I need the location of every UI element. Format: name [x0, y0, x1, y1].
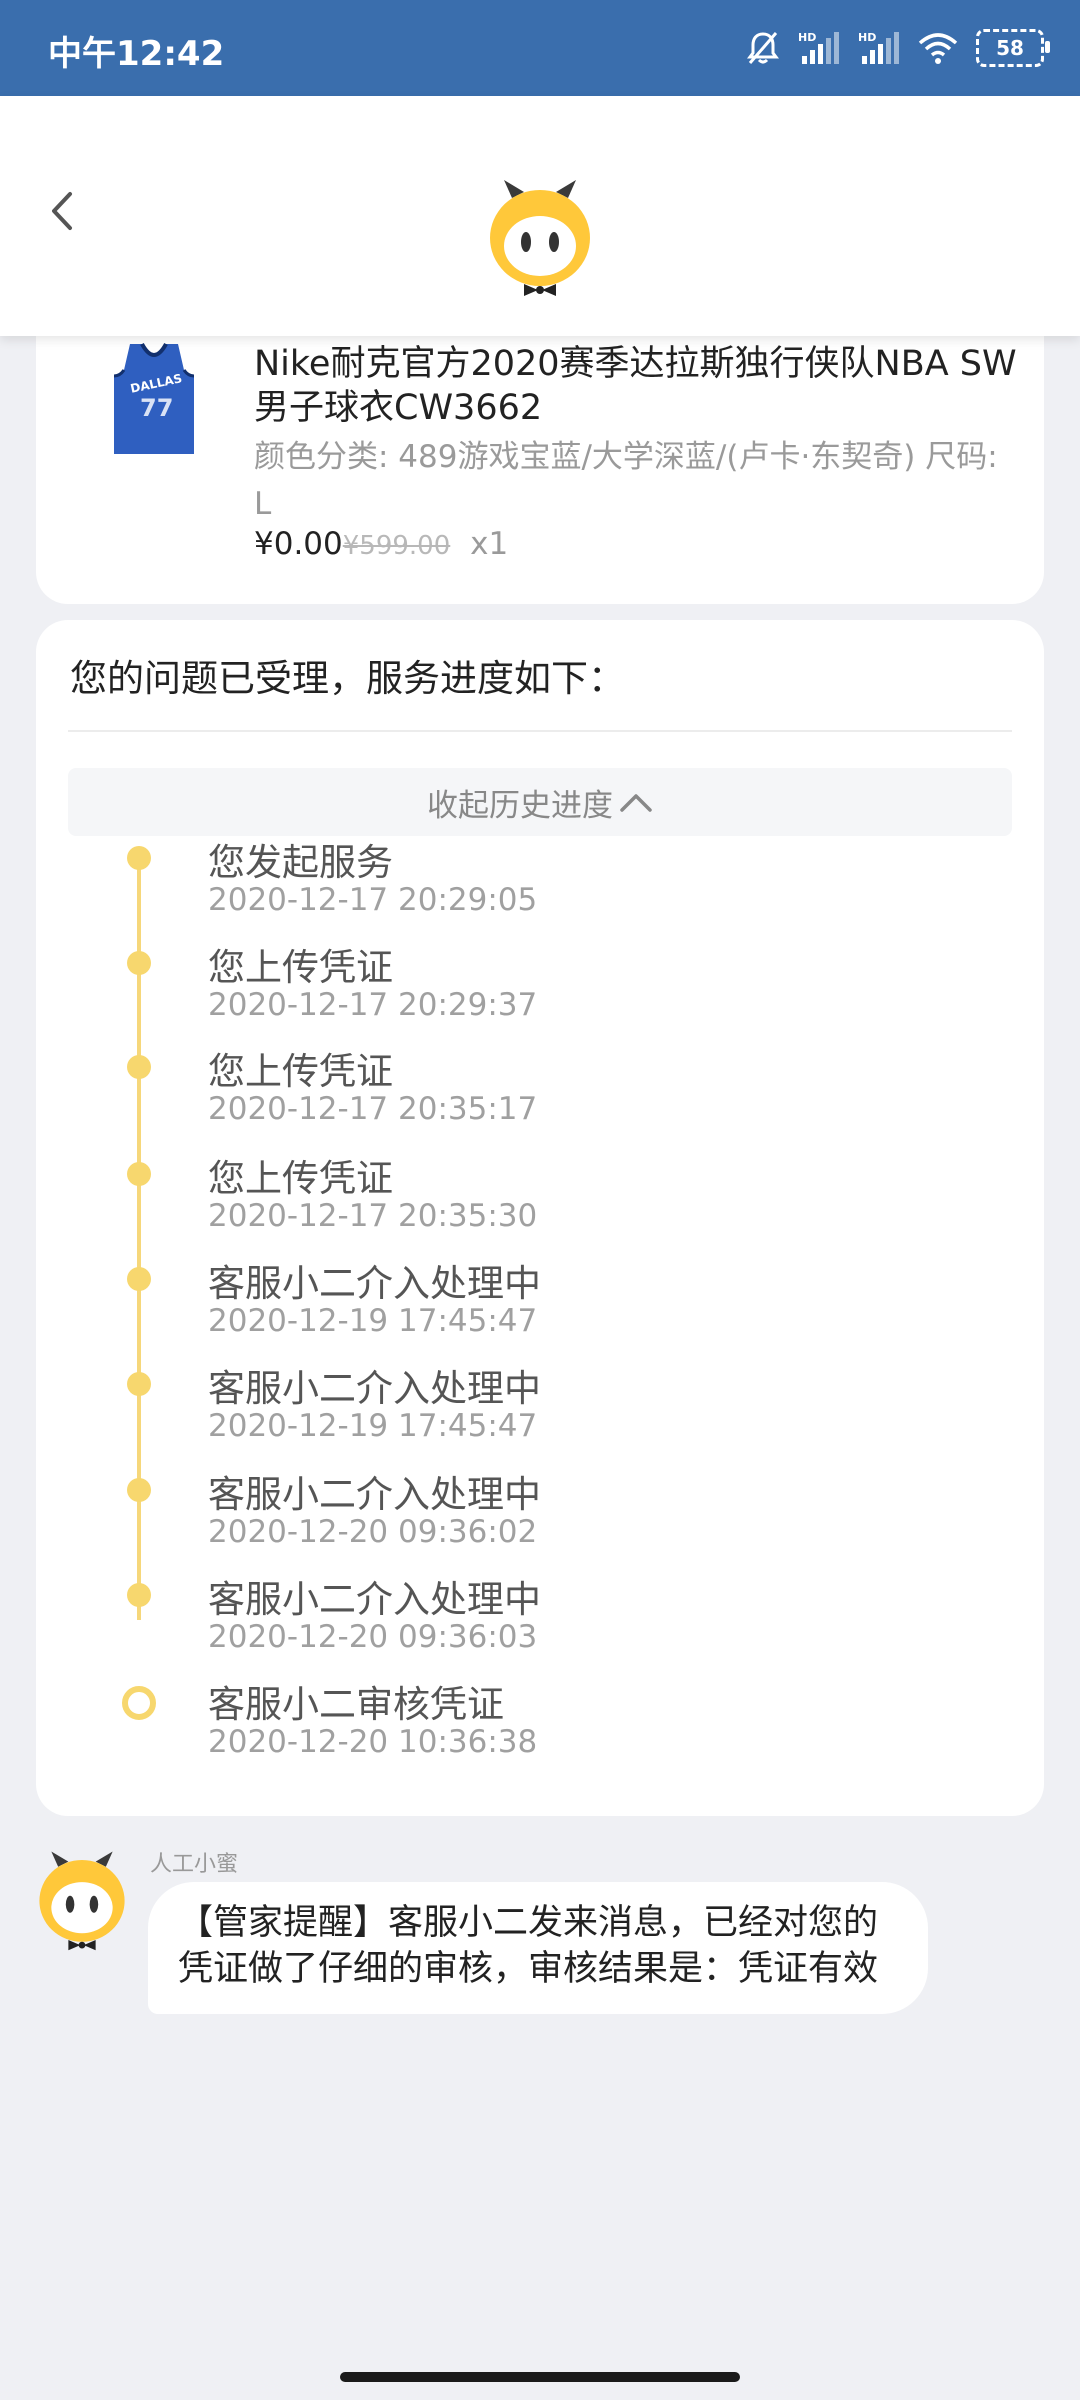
- product-original-price: ¥599.00: [342, 531, 451, 561]
- timeline-title: 客服小二介入处理中: [208, 1367, 541, 1410]
- bell-off-icon: [746, 30, 780, 66]
- svg-text:HD: HD: [798, 31, 816, 44]
- timeline-dot: [127, 951, 151, 975]
- timeline-time: 2020-12-19 17:45:47: [208, 1303, 538, 1339]
- svg-text:HD: HD: [858, 31, 876, 44]
- timeline-dot: [127, 1372, 151, 1396]
- battery-level: 58: [996, 36, 1024, 60]
- progress-timeline: 您发起服务 2020-12-17 20:29:05 您上传凭证 2020-12-…: [36, 620, 1044, 1816]
- back-button[interactable]: [34, 176, 90, 246]
- timeline-title: 客服小二介入处理中: [208, 1578, 541, 1621]
- battery-icon: 58: [976, 29, 1050, 67]
- timeline-time: 2020-12-17 20:29:05: [208, 882, 538, 918]
- timeline-dot: [127, 846, 151, 870]
- product-card[interactable]: DALLAS 77 Nike耐克官方2020赛季达拉斯独行侠队NBA SW男子球…: [36, 300, 1044, 604]
- message-bubble: 【管家提醒】客服小二发来消息，已经对您的凭证做了仔细的审核，审核结果是：凭证有效: [148, 1882, 928, 2014]
- timeline-item: 您上传凭证 2020-12-17 20:35:17: [36, 1041, 1044, 1141]
- progress-card: 您的问题已受理，服务进度如下： 收起历史进度 您发起服务 2020-12-17 …: [36, 620, 1044, 1816]
- signal-hd-icon: HD: [798, 30, 840, 66]
- timeline-time: 2020-12-17 20:29:37: [208, 987, 538, 1023]
- timeline-item: 您上传凭证 2020-12-17 20:29:37: [36, 937, 1044, 1037]
- product-image: DALLAS 77: [108, 342, 200, 458]
- timeline-dot: [127, 1478, 151, 1502]
- timeline-item: 客服小二介入处理中 2020-12-20 09:36:03: [36, 1569, 1044, 1669]
- wifi-icon: [918, 31, 958, 65]
- timeline-item: 客服小二介入处理中 2020-12-19 17:45:47: [36, 1253, 1044, 1353]
- chevron-left-icon: [52, 192, 72, 230]
- sender-name: 人工小蜜: [150, 1852, 239, 1877]
- timeline-time: 2020-12-17 20:35:30: [208, 1198, 538, 1234]
- status-time: 中午12:42: [48, 34, 225, 74]
- timeline-item: 客服小二介入处理中 2020-12-19 17:45:47: [36, 1358, 1044, 1458]
- timeline-time: 2020-12-19 17:45:47: [208, 1408, 538, 1444]
- timeline-dot: [127, 1162, 151, 1186]
- timeline-title: 您发起服务: [208, 841, 393, 884]
- timeline-title: 客服小二审核凭证: [208, 1683, 504, 1726]
- timeline-title: 您上传凭证: [208, 1050, 393, 1093]
- timeline-time: 2020-12-20 10:36:38: [208, 1724, 538, 1760]
- timeline-title: 您上传凭证: [208, 1157, 393, 1200]
- timeline-title: 您上传凭证: [208, 946, 393, 989]
- timeline-dot: [127, 1583, 151, 1607]
- timeline-time: 2020-12-20 09:36:03: [208, 1619, 538, 1655]
- product-price-row: ¥0.00¥599.00 x1: [254, 526, 508, 562]
- timeline-title: 客服小二介入处理中: [208, 1473, 541, 1516]
- timeline-dot-current: [122, 1686, 156, 1720]
- timeline-dot: [127, 1055, 151, 1079]
- timeline-item-current: 客服小二审核凭证 2020-12-20 10:36:38: [36, 1674, 1044, 1774]
- timeline-dot: [127, 1267, 151, 1291]
- product-price: ¥0.00: [254, 526, 343, 562]
- timeline-item: 客服小二介入处理中 2020-12-20 09:36:02: [36, 1464, 1044, 1564]
- timeline-title: 客服小二介入处理中: [208, 1262, 541, 1305]
- home-indicator[interactable]: [340, 2372, 740, 2382]
- product-title: Nike耐克官方2020赛季达拉斯独行侠队NBA SW男子球衣CW3662: [254, 344, 1017, 428]
- status-icons: HD HD 58: [746, 26, 1050, 70]
- agent-avatar[interactable]: [36, 1848, 128, 1952]
- product-quantity: x1: [470, 526, 509, 562]
- product-spec: 颜色分类: 489游戏宝蓝/大学深蓝/(卢卡·东契奇) 尺码: L: [254, 439, 998, 522]
- svg-text:77: 77: [140, 394, 173, 422]
- timeline-time: 2020-12-17 20:35:17: [208, 1091, 538, 1127]
- status-bar: 中午12:42 HD HD 58: [0, 0, 1080, 96]
- header: [0, 96, 1080, 336]
- timeline-item: 您发起服务 2020-12-17 20:29:05: [36, 832, 1044, 932]
- mascot-logo: [486, 176, 594, 298]
- timeline-time: 2020-12-20 09:36:02: [208, 1514, 538, 1550]
- timeline-item: 您上传凭证 2020-12-17 20:35:30: [36, 1148, 1044, 1248]
- signal-hd-icon: HD: [858, 30, 900, 66]
